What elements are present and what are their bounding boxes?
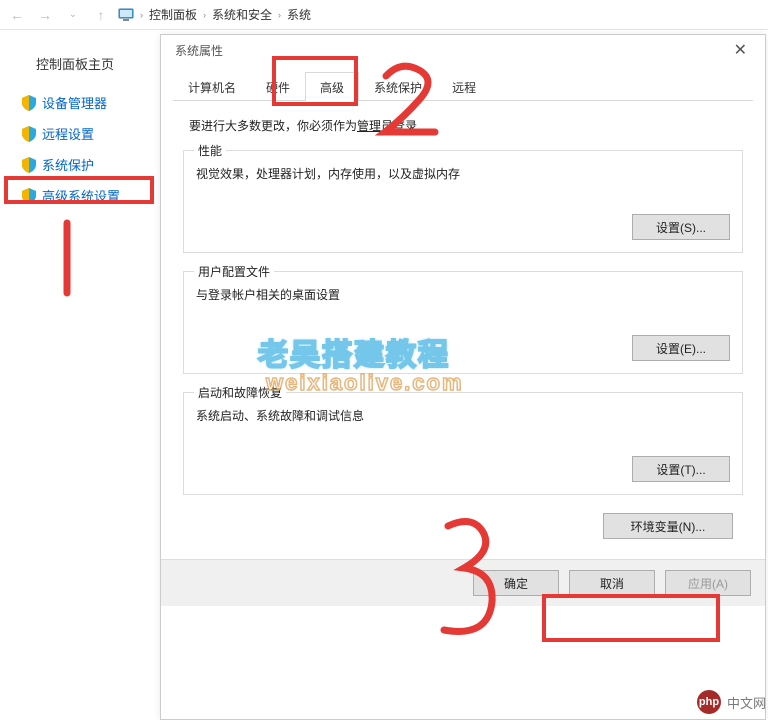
cancel-button[interactable]: 取消 (569, 570, 655, 596)
system-properties-dialog: 系统属性 ✕ 计算机名 硬件 高级 系统保护 远程 要进行大多数更改，你必须作为… (160, 34, 766, 720)
brand-text: 中文网 (727, 693, 766, 712)
nav-back-icon[interactable]: ← (6, 4, 28, 26)
tab-advanced[interactable]: 高级 (305, 72, 359, 101)
shield-icon (22, 95, 36, 111)
shield-icon (22, 188, 36, 204)
shield-icon (22, 126, 36, 142)
performance-settings-button[interactable]: 设置(S)... (632, 214, 730, 240)
dialog-title: 系统属性 (175, 42, 223, 59)
sidebar-item-remote-settings[interactable]: 远程设置 (22, 124, 150, 143)
environment-variables-button[interactable]: 环境变量(N)... (603, 513, 733, 539)
group-startup-recovery: 启动和故障恢复 系统启动、系统故障和调试信息 设置(T)... (183, 392, 743, 495)
sidebar-item-label: 高级系统设置 (42, 186, 120, 205)
computer-icon (118, 8, 134, 22)
tab-content-advanced: 要进行大多数更改，你必须作为管理员登录 性能 视觉效果，处理器计划，内存使用，以… (173, 100, 753, 559)
chevron-right-icon: › (140, 10, 143, 20)
tab-system-protection[interactable]: 系统保护 (359, 72, 437, 101)
sidebar-item-label: 设备管理器 (42, 93, 107, 112)
group-desc: 视觉效果，处理器计划，内存使用，以及虚拟内存 (196, 165, 730, 182)
sidebar: 控制面板主页 设备管理器 远程设置 系统保护 高级系统设置 (0, 30, 160, 720)
user-profiles-settings-button[interactable]: 设置(E)... (632, 335, 730, 361)
group-label: 用户配置文件 (194, 263, 274, 280)
crumb-system[interactable]: 系统 (287, 6, 311, 23)
crumb-control-panel[interactable]: 控制面板 (149, 6, 197, 23)
ok-button[interactable]: 确定 (473, 570, 559, 596)
crumb-system-security[interactable]: 系统和安全 (212, 6, 272, 23)
shield-icon (22, 157, 36, 173)
sidebar-title: 控制面板主页 (22, 54, 150, 73)
admin-login-link[interactable]: 管理员登录 (357, 119, 417, 133)
group-label: 性能 (194, 142, 226, 159)
chevron-right-icon: › (278, 10, 281, 20)
sidebar-item-advanced-system-settings[interactable]: 高级系统设置 (22, 186, 150, 205)
dialog-footer: 确定 取消 应用(A) (161, 559, 765, 606)
close-icon[interactable]: ✕ (724, 36, 757, 64)
startup-recovery-settings-button[interactable]: 设置(T)... (632, 456, 730, 482)
sidebar-item-label: 远程设置 (42, 124, 94, 143)
group-user-profiles: 用户配置文件 与登录帐户相关的桌面设置 设置(E)... (183, 271, 743, 374)
breadcrumb[interactable]: › 控制面板 › 系统和安全 › 系统 (140, 6, 311, 23)
tab-remote[interactable]: 远程 (437, 72, 491, 101)
nav-chevron-down-icon[interactable]: ⌄ (62, 4, 84, 26)
group-desc: 系统启动、系统故障和调试信息 (196, 407, 730, 424)
nav-forward-icon[interactable]: → (34, 4, 56, 26)
group-performance: 性能 视觉效果，处理器计划，内存使用，以及虚拟内存 设置(S)... (183, 150, 743, 253)
group-desc: 与登录帐户相关的桌面设置 (196, 286, 730, 303)
chevron-right-icon: › (203, 10, 206, 20)
brand-badge: php 中文网 (697, 690, 766, 714)
dialog-titlebar: 系统属性 ✕ (161, 35, 765, 65)
sidebar-item-label: 系统保护 (42, 155, 94, 174)
brand-logo-icon: php (697, 690, 721, 714)
tab-computer-name[interactable]: 计算机名 (173, 72, 251, 101)
sidebar-item-device-manager[interactable]: 设备管理器 (22, 93, 150, 112)
apply-button[interactable]: 应用(A) (665, 570, 751, 596)
tab-hardware[interactable]: 硬件 (251, 72, 305, 101)
explorer-topbar: ← → ⌄ ↑ › 控制面板 › 系统和安全 › 系统 (0, 0, 768, 30)
nav-up-icon[interactable]: ↑ (90, 4, 112, 26)
tab-strip: 计算机名 硬件 高级 系统保护 远程 (161, 65, 765, 100)
group-label: 启动和故障恢复 (194, 384, 286, 401)
sidebar-item-system-protection[interactable]: 系统保护 (22, 155, 150, 174)
admin-note: 要进行大多数更改，你必须作为管理员登录 (183, 117, 743, 134)
